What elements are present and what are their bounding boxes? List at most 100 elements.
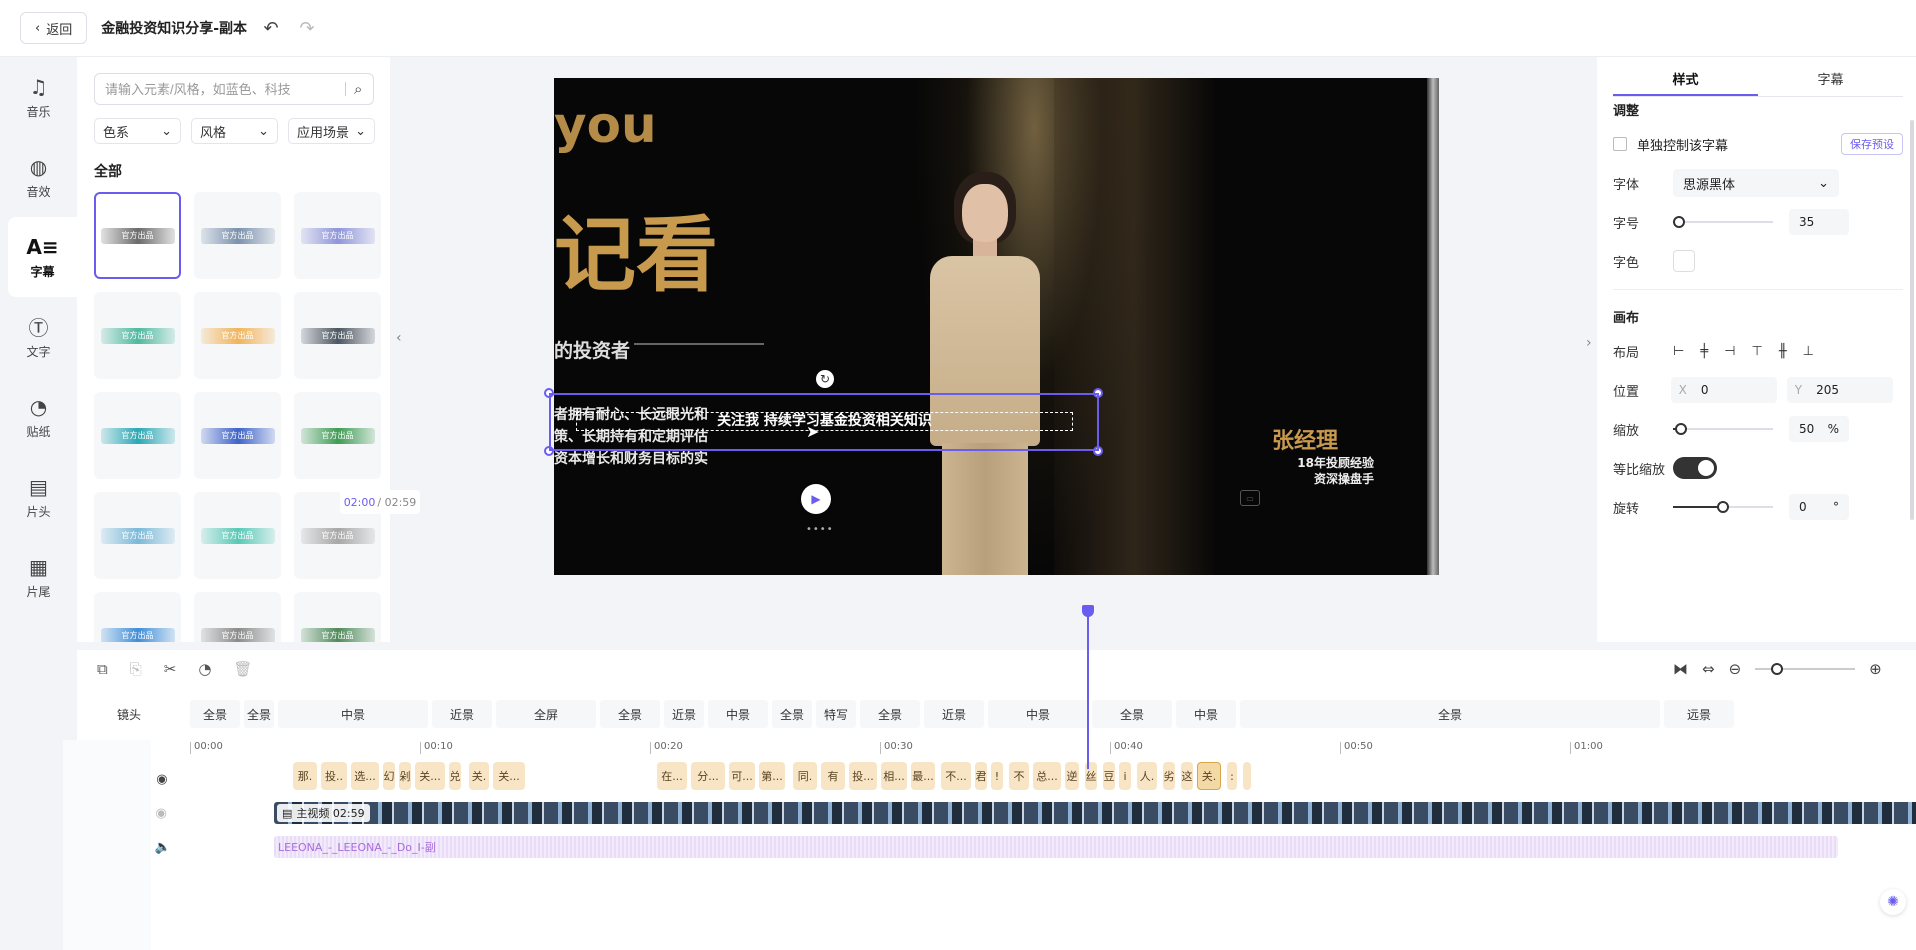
text-segment[interactable]: 选... — [351, 762, 379, 790]
ai-assistant-icon[interactable]: ✺ — [1880, 889, 1906, 915]
slider-knob[interactable] — [1675, 423, 1687, 435]
text-segment[interactable]: 有 — [821, 762, 845, 790]
nav-item-outro[interactable]: ▦ 片尾 — [0, 537, 77, 617]
rotate-slider[interactable] — [1673, 501, 1773, 513]
zoom-in-icon[interactable]: ⊕ — [1869, 660, 1882, 678]
playhead[interactable] — [1087, 605, 1089, 769]
text-segment[interactable]: 君 — [975, 762, 987, 790]
shot-segment[interactable]: 全景 — [860, 700, 920, 728]
subtitle-template[interactable]: 官方出品 — [94, 592, 181, 642]
speed-icon[interactable]: ◔ — [198, 660, 211, 678]
text-segment[interactable]: 最... — [911, 762, 935, 790]
subtitle-template[interactable]: 官方出品 — [194, 492, 281, 579]
text-segment[interactable]: ! — [991, 762, 1003, 790]
copy-icon[interactable]: ⧉ — [97, 660, 108, 678]
rotate-handle-icon[interactable]: ↻ — [816, 370, 834, 388]
font-select[interactable]: 思源黑体 ⌄ — [1673, 169, 1839, 197]
resize-drag-handle[interactable]: •••• — [806, 524, 834, 535]
position-y-input[interactable]: Y 205 — [1786, 377, 1893, 403]
audio-clip[interactable]: LEEONA_-_LEEONA_-_Do_I-副 — [274, 836, 1838, 858]
shot-segment[interactable]: 全景 — [1240, 700, 1660, 728]
scale-slider[interactable] — [1673, 423, 1773, 435]
text-segment[interactable]: 总... — [1033, 762, 1061, 790]
volume-icon[interactable]: 🔈 — [155, 840, 171, 855]
eye-icon[interactable]: ◉ — [155, 806, 166, 821]
subtitle-template[interactable]: 官方出品 — [294, 192, 381, 279]
nav-item-subtitle[interactable]: A≡ 字幕 — [8, 217, 77, 297]
size-slider[interactable] — [1673, 216, 1773, 228]
text-segment[interactable]: 剁 — [399, 762, 411, 790]
text-segment[interactable]: 关... — [415, 762, 445, 790]
subtitle-template[interactable]: 官方出品 — [294, 392, 381, 479]
search-icon[interactable]: ⌕ — [354, 80, 362, 98]
subtitle-template[interactable]: 官方出品 — [294, 292, 381, 379]
slider-knob[interactable] — [1717, 501, 1729, 513]
shot-segment[interactable]: 近景 — [924, 700, 984, 728]
time-ruler[interactable]: 00:00 00:10 00:20 00:30 00:40 00:50 01:00 — [190, 742, 1916, 760]
text-segment[interactable]: 幻 — [383, 762, 395, 790]
subtitle-template[interactable]: 官方出品 — [94, 392, 181, 479]
align-center-h-icon[interactable]: ╪ — [1700, 344, 1708, 359]
subtitle-template[interactable]: 官方出品 — [194, 192, 281, 279]
caption-toggle-icon[interactable]: ▭ — [1240, 490, 1260, 506]
shot-segment[interactable]: 中景 — [1176, 700, 1236, 728]
align-right-icon[interactable]: ⊣ — [1724, 344, 1735, 359]
shot-segment[interactable]: 全景 — [772, 700, 812, 728]
font-color-swatch[interactable] — [1673, 250, 1695, 272]
paste-icon[interactable]: ⎘ — [130, 660, 142, 678]
align-top-icon[interactable]: ⊤ — [1751, 344, 1762, 359]
text-segment[interactable]: 那. — [293, 762, 317, 790]
collapse-left-icon[interactable]: ‹ — [396, 330, 402, 346]
subtitle-text[interactable]: 关注我 持续学习基金投资相关知识 — [576, 412, 1073, 431]
scale-input[interactable]: 50% — [1789, 416, 1849, 442]
text-segment[interactable]: 这 — [1181, 762, 1193, 790]
text-segment[interactable]: 逆 — [1065, 762, 1079, 790]
main-video-clip[interactable]: ▤ 主视频 02:59 — [274, 802, 1916, 824]
tab-style[interactable]: 样式 — [1613, 67, 1758, 96]
text-segment[interactable]: 关. — [1197, 762, 1221, 790]
text-segment[interactable]: 兑 — [449, 762, 461, 790]
align-bottom-icon[interactable]: ⊥ — [1803, 344, 1814, 359]
shot-segment[interactable]: 近景 — [432, 700, 492, 728]
text-segment[interactable]: 关... — [493, 762, 525, 790]
text-segment[interactable] — [1243, 762, 1251, 790]
ratio-toggle[interactable] — [1673, 457, 1717, 479]
subtitle-template[interactable]: 官方出品 — [194, 292, 281, 379]
text-segment[interactable]: 关. — [469, 762, 489, 790]
zoom-out-icon[interactable]: ⊖ — [1729, 660, 1742, 678]
collapse-right-icon[interactable]: › — [1586, 335, 1592, 351]
subtitle-template[interactable]: 官方出品 — [94, 492, 181, 579]
text-segment[interactable]: 人. — [1137, 762, 1157, 790]
tab-subtitle[interactable]: 字幕 — [1758, 67, 1903, 96]
property-scrollbar[interactable] — [1910, 120, 1914, 520]
trash-icon[interactable]: 🗑 — [233, 660, 252, 678]
play-button[interactable]: ▶ — [801, 484, 831, 514]
text-segment[interactable]: 投.. — [321, 762, 347, 790]
text-segment[interactable]: 劣 — [1163, 762, 1175, 790]
undo-icon[interactable]: ↶ — [261, 18, 281, 39]
subtitle-template[interactable]: 官方出品 — [94, 192, 181, 279]
subtitle-template[interactable]: 官方出品 — [294, 592, 381, 642]
align-left-icon[interactable]: ⊢ — [1673, 344, 1684, 359]
align-center-v-icon[interactable]: ╫ — [1779, 344, 1787, 359]
nav-item-sound-effect[interactable]: ◍ 音效 — [0, 137, 77, 217]
text-segment[interactable]: 不 — [1009, 762, 1029, 790]
nav-item-intro[interactable]: ▤ 片头 — [0, 457, 77, 537]
text-segment[interactable]: 分... — [691, 762, 725, 790]
text-segment[interactable]: 可... — [729, 762, 755, 790]
rotate-input[interactable]: 0 ° — [1789, 494, 1849, 520]
eye-icon[interactable]: ◉ — [156, 772, 167, 791]
shot-segment[interactable]: 中景 — [988, 700, 1088, 728]
size-input[interactable]: 35 — [1789, 209, 1849, 235]
fit-icon[interactable]: ⇔ — [1702, 660, 1715, 678]
shot-segment[interactable]: 中景 — [708, 700, 768, 728]
text-segment[interactable]: 不... — [941, 762, 971, 790]
filter-color[interactable]: 色系 ⌄ — [94, 118, 181, 144]
text-segment[interactable]: 投... — [849, 762, 877, 790]
text-segment[interactable]: 同. — [793, 762, 817, 790]
nav-item-text[interactable]: Ⓣ 文字 — [0, 297, 77, 377]
shot-segment[interactable]: 远景 — [1664, 700, 1734, 728]
solo-control-checkbox[interactable] — [1613, 137, 1627, 151]
search-input[interactable] — [105, 81, 345, 97]
text-segment[interactable]: 豆 — [1103, 762, 1115, 790]
